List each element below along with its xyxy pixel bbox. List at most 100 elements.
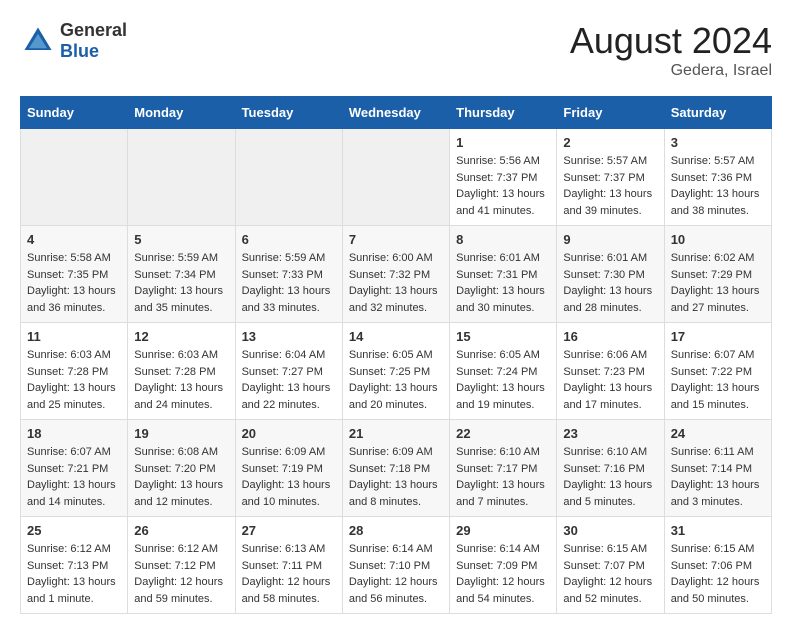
sunset-text: Sunset: 7:32 PM — [349, 269, 430, 281]
daylight-text: Daylight: 13 hours and 20 minutes. — [349, 382, 438, 411]
logo-general-text: General — [60, 20, 127, 41]
day-number: 19 — [134, 426, 228, 441]
day-number: 8 — [456, 232, 550, 247]
day-info: Sunrise: 5:57 AMSunset: 7:37 PMDaylight:… — [563, 153, 657, 219]
sunset-text: Sunset: 7:07 PM — [563, 560, 644, 572]
day-info: Sunrise: 6:15 AMSunset: 7:07 PMDaylight:… — [563, 541, 657, 607]
sunset-text: Sunset: 7:29 PM — [671, 269, 752, 281]
daylight-text: Daylight: 13 hours and 41 minutes. — [456, 188, 545, 217]
day-info: Sunrise: 6:09 AMSunset: 7:19 PMDaylight:… — [242, 444, 336, 510]
sunset-text: Sunset: 7:31 PM — [456, 269, 537, 281]
sunrise-text: Sunrise: 6:06 AM — [563, 349, 647, 361]
daylight-text: Daylight: 13 hours and 33 minutes. — [242, 285, 331, 314]
day-info: Sunrise: 6:10 AMSunset: 7:17 PMDaylight:… — [456, 444, 550, 510]
sunset-text: Sunset: 7:06 PM — [671, 560, 752, 572]
calendar-cell: 3Sunrise: 5:57 AMSunset: 7:36 PMDaylight… — [664, 129, 771, 226]
daylight-text: Daylight: 13 hours and 14 minutes. — [27, 479, 116, 508]
sunset-text: Sunset: 7:09 PM — [456, 560, 537, 572]
sunrise-text: Sunrise: 6:05 AM — [349, 349, 433, 361]
daylight-text: Daylight: 13 hours and 7 minutes. — [456, 479, 545, 508]
calendar-cell: 29 Sunrise: 6:14 AMSunset: 7:09 PMDayligh… — [450, 517, 557, 614]
calendar-cell: 24Sunrise: 6:11 AMSunset: 7:14 PMDayligh… — [664, 420, 771, 517]
daylight-text: Daylight: 13 hours and 30 minutes. — [456, 285, 545, 314]
day-number: 28 — [349, 523, 443, 538]
sunrise-text: Sunrise: 6:13 AM — [242, 543, 326, 555]
daylight-text: Daylight: 13 hours and 15 minutes. — [671, 382, 760, 411]
day-info: Sunrise: 6:14 AMSunset: 7:09 PMDaylight:… — [456, 541, 550, 607]
sunset-text: Sunset: 7:36 PM — [671, 172, 752, 184]
day-info: Sunrise: 6:15 AMSunset: 7:06 PMDaylight:… — [671, 541, 765, 607]
day-info: Sunrise: 6:12 AMSunset: 7:12 PMDaylight:… — [134, 541, 228, 607]
sunset-text: Sunset: 7:11 PM — [242, 560, 323, 572]
calendar-table: SundayMondayTuesdayWednesdayThursdayFrid… — [20, 96, 772, 614]
daylight-text: Daylight: 12 hours and 59 minutes. — [134, 576, 223, 605]
daylight-text: Daylight: 13 hours and 5 minutes. — [563, 479, 652, 508]
day-info: Sunrise: 5:56 AMSunset: 7:37 PMDaylight:… — [456, 153, 550, 219]
daylight-text: Daylight: 12 hours and 52 minutes. — [563, 576, 652, 605]
sunset-text: Sunset: 7:13 PM — [27, 560, 108, 572]
day-info: Sunrise: 6:07 AMSunset: 7:22 PMDaylight:… — [671, 347, 765, 413]
day-info: Sunrise: 5:58 AM Sunset: 7:35 PM Daylight:… — [27, 250, 121, 316]
day-number: 20 — [242, 426, 336, 441]
calendar-cell — [235, 129, 342, 226]
calendar-cell: 15Sunrise: 6:05 AMSunset: 7:24 PMDayligh… — [450, 323, 557, 420]
calendar-cell: 25Sunrise: 6:12 AMSunset: 7:13 PMDayligh… — [21, 517, 128, 614]
day-number: 31 — [671, 523, 765, 538]
sunrise-text: Sunrise: 5:57 AM — [671, 155, 755, 167]
day-info: Sunrise: 5:57 AMSunset: 7:36 PMDaylight:… — [671, 153, 765, 219]
day-number: 11 — [27, 329, 121, 344]
day-number: 21 — [349, 426, 443, 441]
day-number: 29 — [456, 523, 550, 538]
daylight-text: Daylight: 13 hours and 12 minutes. — [134, 479, 223, 508]
sunset-text: Sunset: 7:12 PM — [134, 560, 215, 572]
day-number: 17 — [671, 329, 765, 344]
sunset-text: Sunset: 7:30 PM — [563, 269, 644, 281]
calendar-cell: 30Sunrise: 6:15 AMSunset: 7:07 PMDayligh… — [557, 517, 664, 614]
daylight-text: Daylight: 13 hours and 36 minutes. — [27, 285, 116, 314]
calendar-cell: 26Sunrise: 6:12 AMSunset: 7:12 PMDayligh… — [128, 517, 235, 614]
daylight-text: Daylight: 13 hours and 1 minute. — [27, 576, 116, 605]
calendar-cell — [21, 129, 128, 226]
sunrise-text: Sunrise: 6:03 AM — [134, 349, 218, 361]
calendar-cell: 7Sunrise: 6:00 AMSunset: 7:32 PMDaylight… — [342, 226, 449, 323]
day-number: 2 — [563, 135, 657, 150]
day-number: 13 — [242, 329, 336, 344]
weekday-header: Monday — [128, 97, 235, 129]
daylight-text: Daylight: 12 hours and 58 minutes. — [242, 576, 331, 605]
sunset-text: Sunset: 7:10 PM — [349, 560, 430, 572]
day-info: Sunrise: 6:03 AMSunset: 7:28 PMDaylight:… — [134, 347, 228, 413]
calendar-cell: 17 Sunrise: 6:07 AMSunset: 7:22 PMDayligh… — [664, 323, 771, 420]
weekday-header: Saturday — [664, 97, 771, 129]
day-info: Sunrise: 6:09 AMSunset: 7:18 PMDaylight:… — [349, 444, 443, 510]
daylight-text: Daylight: 13 hours and 22 minutes. — [242, 382, 331, 411]
sunset-text: Sunset: 7:35 PM — [27, 269, 108, 281]
calendar-cell: 9Sunrise: 6:01 AMSunset: 7:30 PMDaylight… — [557, 226, 664, 323]
sunrise-text: Sunrise: 6:01 AM — [563, 252, 647, 264]
calendar-cell: 12 Sunrise: 6:03 AMSunset: 7:28 PMDayligh… — [128, 323, 235, 420]
weekday-header-row: SundayMondayTuesdayWednesdayThursdayFrid… — [21, 97, 772, 129]
day-number: 27 — [242, 523, 336, 538]
day-number: 18 — [27, 426, 121, 441]
day-info: Sunrise: 5:59 AMSunset: 7:33 PMDaylight:… — [242, 250, 336, 316]
day-number: 6 — [242, 232, 336, 247]
day-info: Sunrise: 6:04 AMSunset: 7:27 PMDaylight:… — [242, 347, 336, 413]
sunrise-text: Sunrise: 6:01 AM — [456, 252, 540, 264]
day-info: Sunrise: 6:12 AMSunset: 7:13 PMDaylight:… — [27, 541, 121, 607]
calendar-week-row: 25Sunrise: 6:12 AMSunset: 7:13 PMDayligh… — [21, 517, 772, 614]
daylight-text: Daylight: 12 hours and 56 minutes. — [349, 576, 438, 605]
day-info: Sunrise: 6:14 AMSunset: 7:10 PMDaylight:… — [349, 541, 443, 607]
sunrise-text: Sunrise: 6:09 AM — [349, 446, 433, 458]
title-block: August 2024 Gedera, Israel — [570, 20, 772, 80]
sunset-text: Sunset: 7:21 PM — [27, 463, 108, 475]
day-info: Sunrise: 6:11 AMSunset: 7:14 PMDaylight:… — [671, 444, 765, 510]
sunrise-text: Sunrise: 5:58 AM — [27, 252, 111, 264]
day-info: Sunrise: 6:08 AMSunset: 7:20 PMDaylight:… — [134, 444, 228, 510]
calendar-cell: 4Sunrise: 5:58 AMSunset: 7:35 PMDaylight… — [21, 226, 128, 323]
day-number: 12 — [134, 329, 228, 344]
calendar-cell — [128, 129, 235, 226]
daylight-text: Daylight: 12 hours and 54 minutes. — [456, 576, 545, 605]
calendar-cell: 23Sunrise: 6:10 AMSunset: 7:16 PMDayligh… — [557, 420, 664, 517]
weekday-header: Wednesday — [342, 97, 449, 129]
day-info: Sunrise: 6:10 AMSunset: 7:16 PMDaylight:… — [563, 444, 657, 510]
daylight-text: Daylight: 13 hours and 35 minutes. — [134, 285, 223, 314]
